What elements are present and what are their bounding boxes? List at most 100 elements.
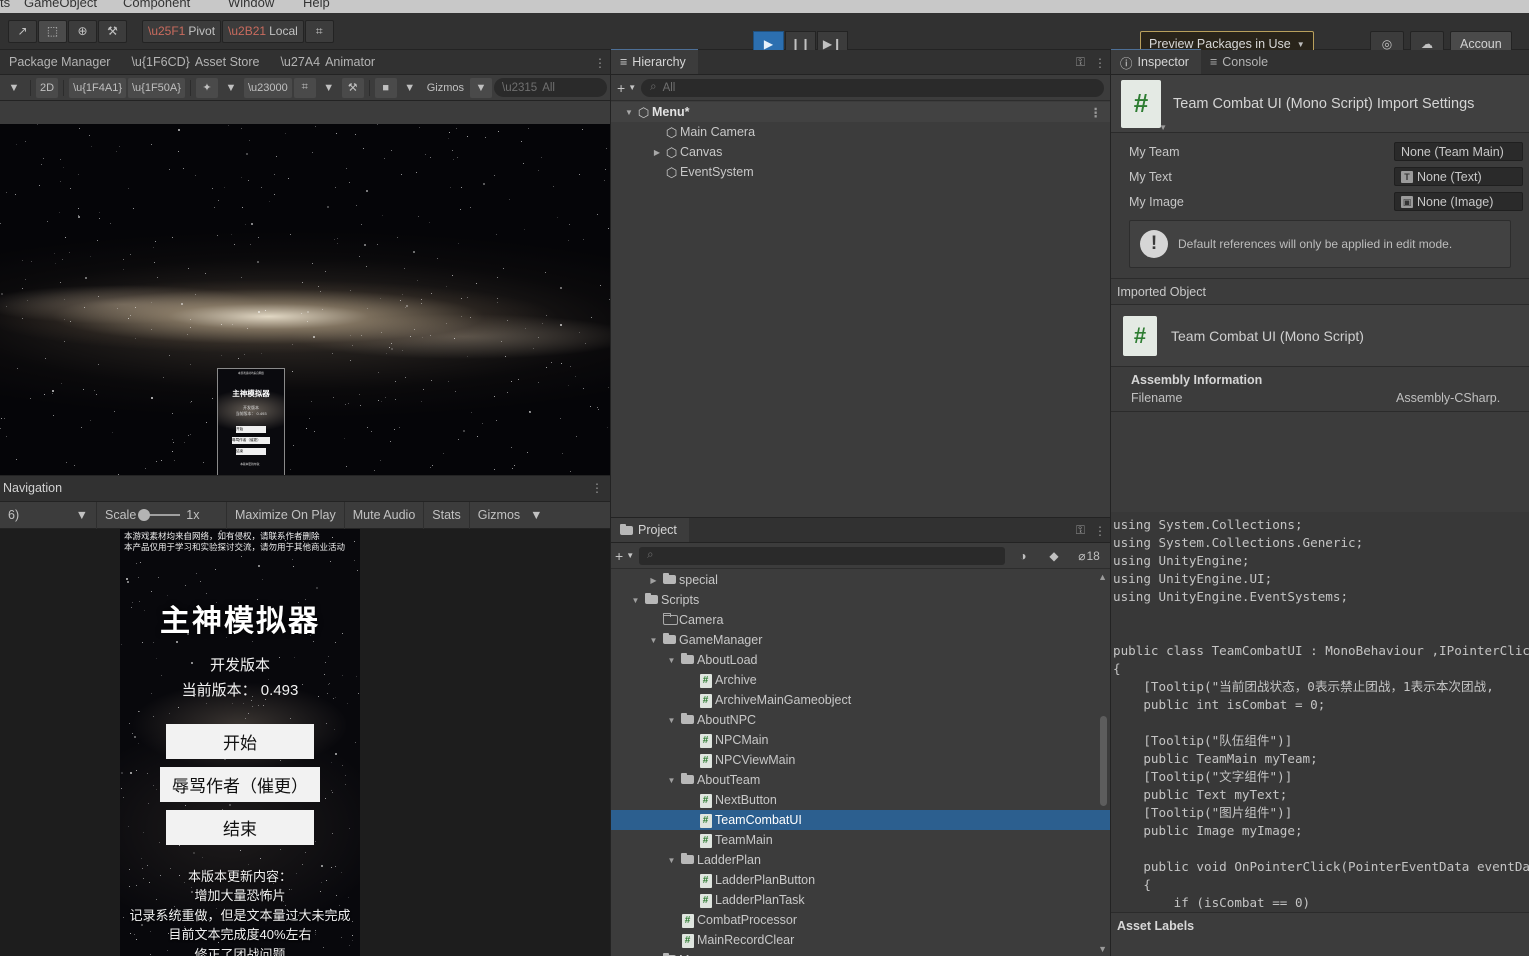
hierarchy-row[interactable]: ⬡ EventSystem <box>611 162 1110 182</box>
project-tree[interactable]: ▶ special ▼ Scripts Camera ▼ GameManager ▼ About… <box>611 570 1110 956</box>
project-row[interactable]: ▼ LadderPlan <box>611 850 1110 870</box>
tab-console[interactable]: ≡ Console <box>1201 49 1280 74</box>
disclosure-triangle-icon[interactable]: ▶ <box>651 148 663 157</box>
menu-item-gameobject[interactable]: GameObject <box>24 0 97 10</box>
hierarchy-row[interactable]: ▶ ⬡ Canvas <box>611 142 1110 162</box>
scale-slider-knob[interactable] <box>138 509 151 521</box>
menu-item-component[interactable]: Component <box>123 0 190 10</box>
my-image-objectfield[interactable]: ▣ None (Image) <box>1394 192 1523 211</box>
my-text-objectfield[interactable]: T None (Text) <box>1394 167 1523 186</box>
hidden-objects-button[interactable]: \u2300 0 <box>243 77 292 98</box>
project-row[interactable]: # TeamMain <box>611 830 1110 850</box>
panel-divider-hierarchy-project[interactable] <box>611 517 1110 518</box>
hierarchy-row[interactable]: ⬡ Main Camera <box>611 122 1110 142</box>
project-row[interactable]: ▼ AboutTeam <box>611 770 1110 790</box>
tab-asset-store[interactable]: \u{1F6CD} Asset Store <box>122 49 271 74</box>
project-row[interactable]: ▼ Scripts <box>611 590 1110 610</box>
scale-slider-track[interactable] <box>138 509 181 521</box>
menu-item-ts[interactable]: ts <box>0 0 10 10</box>
mode-2d-button[interactable]: 2D <box>36 77 59 98</box>
asset-labels-section[interactable]: Asset Labels <box>1111 912 1529 956</box>
pivot-button[interactable]: \u25F1 Pivot <box>142 19 222 43</box>
grid-visibility-button[interactable]: ⌗ <box>293 77 316 98</box>
game-end-button[interactable]: 结束 <box>166 809 314 845</box>
project-row[interactable]: # CombatProcessor <box>611 910 1110 930</box>
hierarchy-tree[interactable]: ▼ ⬡ Menu* ⋮ ⬡ Main Camera ▶ ⬡ Canvas ⬡ EventSystem <box>611 102 1110 517</box>
project-add-button[interactable]: + ▼ <box>615 548 634 564</box>
tab-hierarchy[interactable]: ≡ Hierarchy <box>611 49 698 74</box>
game-gizmos-dropdown[interactable]: ▼ <box>528 502 550 529</box>
stats-toggle[interactable]: Stats <box>424 501 470 529</box>
scene-camera-dropdown[interactable]: ▼ <box>399 78 421 98</box>
project-kebab-icon[interactable]: ⋮ <box>1094 524 1106 538</box>
scene-viewport[interactable]: 本游戏素材均来自网络 主神模拟器 开发版本 当前版本： 0.493 开始 辱骂作… <box>0 124 610 525</box>
project-row[interactable]: # NPCViewMain <box>611 750 1110 770</box>
navigation-tab-label[interactable]: Navigation <box>3 481 62 495</box>
project-type-filter-button[interactable]: ◑ <box>1010 546 1036 566</box>
my-team-objectfield[interactable]: None (Team Main) <box>1394 142 1523 161</box>
scene-fx-dropdown[interactable]: ▼ <box>220 78 242 98</box>
game-viewport[interactable]: 本游戏素材均来自网络，如有侵权，请联系作者删除 本产品仅用于学习和实验探讨交流，… <box>0 529 610 956</box>
project-label-filter-button[interactable]: ◆ <box>1041 546 1067 566</box>
project-row[interactable]: # Archive <box>611 670 1110 690</box>
project-row[interactable]: ▼ AboutNPC <box>611 710 1110 730</box>
tab-inspector[interactable]: ⓘ Inspector <box>1111 49 1201 74</box>
tab-project[interactable]: Project <box>611 517 689 542</box>
panel-divider-left[interactable] <box>610 50 611 956</box>
gizmos-dropdown[interactable]: ▼ <box>470 77 492 98</box>
hierarchy-search-input[interactable]: ⌕ All <box>641 78 1104 97</box>
disclosure-triangle-icon[interactable]: ▶ <box>647 576 660 585</box>
hierarchy-add-button[interactable]: + ▼ <box>617 80 636 96</box>
hierarchy-kebab-icon[interactable]: ⋮ <box>1094 56 1106 70</box>
tab-package-manager[interactable]: Package Manager <box>0 49 122 74</box>
disclosure-triangle-icon[interactable]: ▼ <box>665 776 678 785</box>
project-row[interactable]: # ArchiveMainGameobject <box>611 690 1110 710</box>
disclosure-triangle-icon[interactable]: ▼ <box>665 716 678 725</box>
menu-bar[interactable]: ts GameObject Component Window Help <box>0 0 1529 13</box>
lock-icon[interactable]: ⚿ <box>1076 523 1085 538</box>
project-row[interactable]: # NPCMain <box>611 730 1110 750</box>
scroll-up-icon[interactable]: ▲ <box>1098 572 1107 582</box>
disclosure-triangle-icon[interactable]: ▼ <box>665 656 678 665</box>
custom-tool-button[interactable]: ⚒ <box>98 19 127 43</box>
project-row[interactable]: # NextButton <box>611 790 1110 810</box>
game-author-button[interactable]: 辱骂作者（催更） <box>160 766 320 802</box>
rotate-tool-button[interactable]: ⊕ <box>68 19 97 43</box>
disclosure-triangle-icon[interactable]: ▼ <box>629 596 642 605</box>
menu-item-help[interactable]: Help <box>303 0 330 10</box>
project-scrollbar[interactable]: ▲ ▼ <box>1098 572 1108 954</box>
game-gizmos-button[interactable]: Gizmos <box>470 502 528 529</box>
mini-author-button[interactable]: 辱骂作者（催更） <box>232 437 270 444</box>
game-start-button[interactable]: 开始 <box>166 723 314 759</box>
disclosure-triangle-icon[interactable]: ▼ <box>665 856 678 865</box>
panel-divider-scene-game[interactable] <box>0 475 610 476</box>
mini-start-button[interactable]: 开始 <box>236 426 266 433</box>
grid-dropdown[interactable]: ▼ <box>318 78 340 98</box>
hierarchy-row[interactable]: ▼ ⬡ Menu* ⋮ <box>611 102 1110 122</box>
row-kebab-icon[interactable]: ⋮ <box>1090 105 1103 120</box>
rect-tool-button[interactable]: ⬚ <box>38 19 67 43</box>
shading-mode-dropdown[interactable]: ▼ <box>3 78 25 98</box>
project-search-input[interactable]: ⌕ <box>639 546 1005 565</box>
scene-audio-button[interactable]: \u{1F50A} <box>128 77 185 98</box>
game-kebab-icon[interactable]: ⋮ <box>591 481 603 495</box>
project-row-selected[interactable]: # TeamCombatUI <box>611 810 1110 830</box>
project-row[interactable]: # LadderPlanButton <box>611 870 1110 890</box>
mini-end-button[interactable]: 结束 <box>236 448 266 455</box>
hand-tool-button[interactable]: ↗ <box>8 19 37 43</box>
project-hidden-toggle[interactable]: ⌀ 18 <box>1072 546 1106 566</box>
maximize-on-play-toggle[interactable]: Maximize On Play <box>227 501 345 529</box>
project-row[interactable]: # LadderPlanTask <box>611 890 1110 910</box>
disclosure-triangle-icon[interactable]: ▼ <box>623 108 635 117</box>
resolution-dropdown[interactable]: 6) ▼ <box>0 501 97 529</box>
disclosure-triangle-icon[interactable]: ▼ <box>647 636 660 645</box>
project-row[interactable]: ▼ AboutLoad <box>611 650 1110 670</box>
scene-camera-button[interactable]: ■ <box>374 77 397 98</box>
project-row[interactable]: Camera <box>611 610 1110 630</box>
scene-fx-button[interactable]: ✦ <box>195 77 218 98</box>
project-scroll-thumb[interactable] <box>1100 716 1107 806</box>
tab-animator[interactable]: \u27A4 Animator <box>271 49 387 74</box>
scale-slider[interactable]: Scale 1x <box>97 501 227 529</box>
project-row[interactable]: ▶ special <box>611 570 1110 590</box>
menu-item-window[interactable]: Window <box>228 0 274 10</box>
